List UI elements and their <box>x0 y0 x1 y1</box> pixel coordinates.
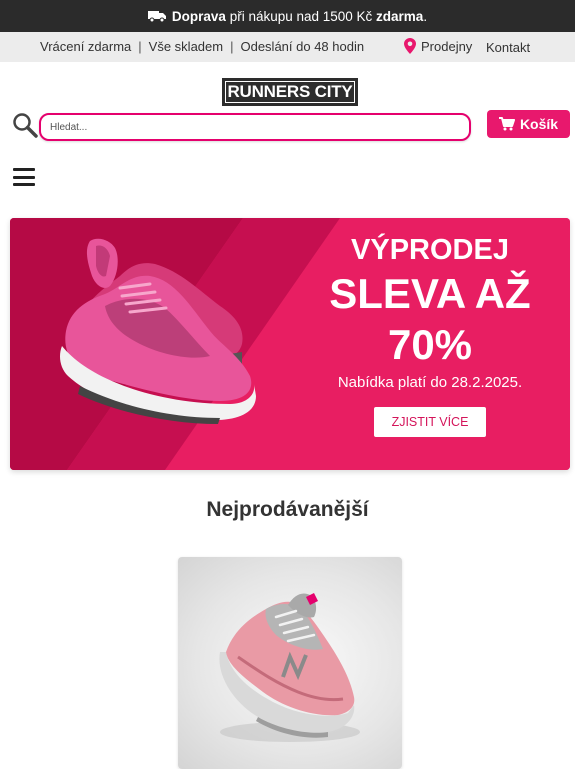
returns-link[interactable]: Vrácení zdarma <box>40 39 131 54</box>
discount-heading: SLEVA AŽ <box>329 270 531 317</box>
stock-link[interactable]: Vše skladem <box>149 39 223 54</box>
stores-link[interactable]: Prodejny <box>404 38 472 54</box>
offer-validity: Nabídka platí do 28.2.2025. <box>337 374 523 391</box>
dispatch-link[interactable]: Odeslání do 48 hodin <box>240 39 364 54</box>
search-icon[interactable] <box>12 112 38 138</box>
learn-more-button[interactable]: ZJISTIT VÍCE <box>374 407 486 437</box>
contact-link[interactable]: Kontakt <box>486 40 530 55</box>
runners-city-logo[interactable]: RUNNERS CITY <box>222 78 358 106</box>
discount-percent: 70% <box>387 321 473 368</box>
menu-line <box>13 183 35 186</box>
truck-icon <box>147 11 166 22</box>
cart-button[interactable]: Košík <box>487 110 570 138</box>
cart-icon <box>498 117 515 131</box>
shipping-end: . <box>423 8 428 24</box>
product-card[interactable] <box>178 557 402 769</box>
cart-label: Košík <box>519 116 559 132</box>
sale-heading: VÝPRODEJ <box>351 234 509 266</box>
shipping-label: Doprava <box>171 8 226 24</box>
shipping-banner: Doprava při nákupu nad 1500 Kč zdarma . <box>0 0 575 32</box>
separator: | <box>230 39 234 54</box>
promo-banner[interactable]: VÝPRODEJ SLEVA AŽ 70% Nabídka platí do 2… <box>10 218 570 470</box>
menu-line <box>13 175 35 179</box>
search-input[interactable] <box>39 113 471 141</box>
hamburger-menu-icon[interactable] <box>13 168 35 186</box>
shipping-free-label: zdarma <box>376 8 424 24</box>
bestsellers-title: Nejprodávanější <box>206 498 369 521</box>
stores-label: Prodejny <box>421 38 473 54</box>
info-links: Vrácení zdarma | Vše skladem | Odeslání do 4… <box>40 39 364 54</box>
pink-sneaker-image <box>219 593 360 742</box>
map-pin-icon <box>404 38 416 54</box>
info-bar: Vrácení zdarma | Vše skladem | Odeslání do 4… <box>0 32 575 62</box>
separator: | <box>138 39 142 54</box>
shipping-text: při nákupu nad 1500 Kč <box>225 8 377 24</box>
menu-line <box>13 168 35 171</box>
pink-running-shoes-image <box>60 238 256 424</box>
